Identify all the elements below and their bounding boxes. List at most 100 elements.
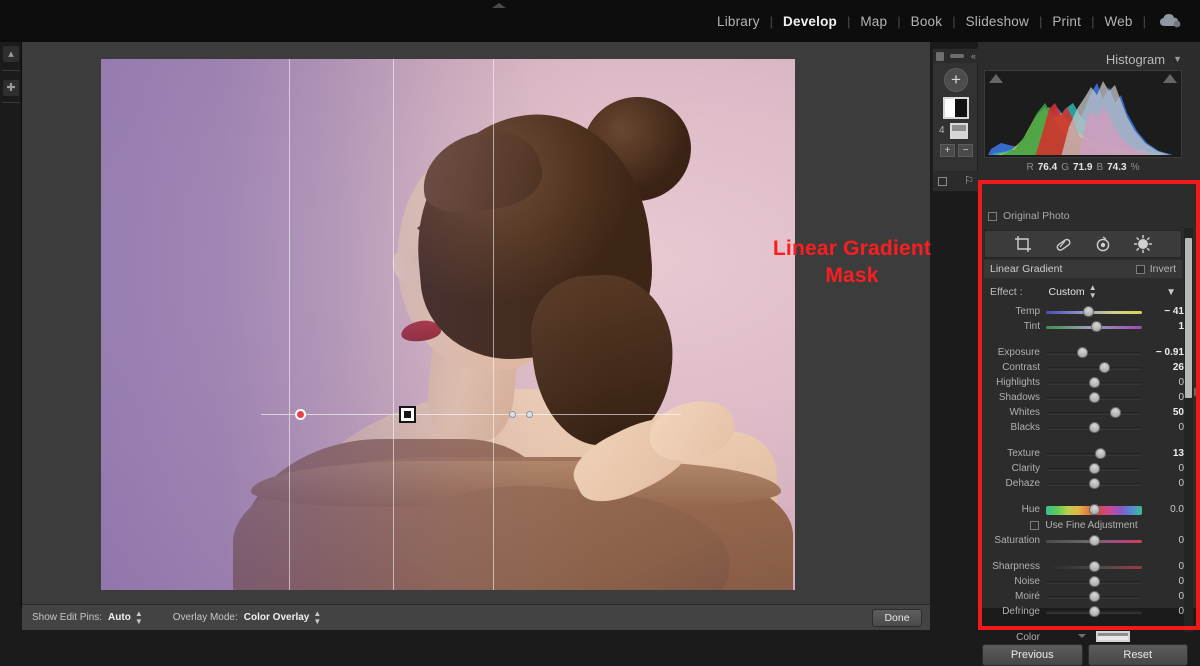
module-map[interactable]: Map bbox=[850, 14, 897, 29]
slider-thumb[interactable] bbox=[1083, 306, 1094, 317]
slider-value[interactable]: 26 bbox=[1144, 362, 1184, 373]
gradient-guide-line[interactable] bbox=[493, 59, 494, 590]
palette-retouch-icon[interactable]: 4 bbox=[939, 125, 945, 136]
palette-panel-icon[interactable] bbox=[936, 52, 944, 61]
gradient-start-pin[interactable] bbox=[295, 409, 306, 420]
chevron-down-icon[interactable]: ▼ bbox=[1173, 54, 1182, 64]
gradient-feather-handle[interactable] bbox=[526, 411, 533, 418]
cloud-sync-icon[interactable] bbox=[1158, 12, 1184, 30]
panel-scrollbar[interactable] bbox=[1184, 228, 1193, 632]
gradient-guide-line[interactable] bbox=[393, 59, 394, 590]
palette-minus-button[interactable]: − bbox=[958, 144, 973, 157]
slider-value[interactable]: 0 bbox=[1144, 422, 1184, 433]
original-photo-row[interactable]: Original Photo bbox=[988, 210, 1070, 222]
slider-thumb[interactable] bbox=[1089, 576, 1100, 587]
previous-button[interactable]: Previous bbox=[982, 644, 1083, 666]
palette-swatch-icon[interactable] bbox=[943, 97, 969, 119]
module-library[interactable]: Library bbox=[707, 14, 770, 29]
left-collapse-icon[interactable]: ▴ bbox=[3, 46, 19, 62]
collapse-triangle-icon[interactable] bbox=[490, 2, 508, 10]
slider-thumb[interactable] bbox=[1095, 448, 1106, 459]
invert-control[interactable]: Invert bbox=[1136, 263, 1176, 275]
module-book[interactable]: Book bbox=[901, 14, 953, 29]
palette-plus-button[interactable]: + bbox=[940, 144, 955, 157]
slider-value[interactable]: 0 bbox=[1144, 478, 1184, 489]
slider-thumb[interactable] bbox=[1089, 591, 1100, 602]
slider-value[interactable]: 0 bbox=[1144, 463, 1184, 474]
palette-square-icon[interactable] bbox=[938, 177, 947, 186]
slider-value[interactable]: 0 bbox=[1144, 392, 1184, 403]
histogram-graph[interactable] bbox=[984, 70, 1182, 158]
gradient-center-handle[interactable] bbox=[399, 406, 416, 423]
slider-track[interactable] bbox=[1046, 367, 1142, 370]
slider-value[interactable]: 0 bbox=[1144, 561, 1184, 572]
masking-icon[interactable] bbox=[1134, 235, 1152, 253]
photo-preview[interactable] bbox=[101, 59, 795, 590]
show-edit-pins-value[interactable]: Auto bbox=[108, 612, 131, 623]
gradient-feather-handle[interactable] bbox=[509, 411, 516, 418]
palette-collapse-icon[interactable]: « bbox=[971, 52, 976, 61]
slider-thumb[interactable] bbox=[1091, 321, 1102, 332]
slider-thumb[interactable] bbox=[1089, 377, 1100, 388]
module-slideshow[interactable]: Slideshow bbox=[956, 14, 1039, 29]
palette-grip-icon[interactable] bbox=[950, 54, 964, 58]
invert-checkbox[interactable] bbox=[1136, 265, 1145, 274]
slider-thumb[interactable] bbox=[1110, 407, 1121, 418]
slider-value[interactable]: 50 bbox=[1144, 407, 1184, 418]
slider-thumb[interactable] bbox=[1089, 392, 1100, 403]
slider-thumb[interactable] bbox=[1077, 347, 1088, 358]
use-fine-adjustment-checkbox[interactable] bbox=[1030, 521, 1039, 530]
palette-add-button[interactable]: + bbox=[944, 68, 968, 92]
original-photo-checkbox[interactable] bbox=[988, 212, 997, 221]
overlay-mode-value[interactable]: Color Overlay bbox=[244, 612, 310, 623]
palette-titlebar[interactable]: « bbox=[933, 49, 979, 63]
left-add-icon[interactable]: ✚ bbox=[3, 80, 19, 96]
slider-thumb[interactable] bbox=[1089, 422, 1100, 433]
slider-thumb[interactable] bbox=[1089, 478, 1100, 489]
slider-value[interactable]: 0 bbox=[1144, 535, 1184, 546]
slider-track[interactable] bbox=[1046, 352, 1142, 355]
gradient-guide-line[interactable] bbox=[289, 59, 290, 590]
slider-thumb[interactable] bbox=[1089, 463, 1100, 474]
slider-track[interactable] bbox=[1046, 412, 1142, 415]
slider-value[interactable]: 0 bbox=[1144, 377, 1184, 388]
slider-value[interactable]: 0 bbox=[1144, 591, 1184, 602]
panel-scrollbar-thumb[interactable] bbox=[1185, 238, 1192, 398]
effect-stepper-icon[interactable]: ▲▼ bbox=[1089, 284, 1097, 300]
panel-collapse-caret-icon[interactable] bbox=[1078, 634, 1086, 638]
slider-thumb[interactable] bbox=[1089, 535, 1100, 546]
slider-value[interactable]: − 0.91 bbox=[1144, 347, 1184, 358]
slider-thumb[interactable] bbox=[1089, 606, 1100, 617]
stepper-icon[interactable]: ▲▼ bbox=[135, 610, 143, 626]
slider-thumb[interactable] bbox=[1089, 504, 1100, 515]
effect-row[interactable]: Effect : Custom ▲▼ ▼ bbox=[984, 282, 1182, 302]
slider-value[interactable]: 0.0 bbox=[1144, 504, 1184, 515]
palette-secondary-swatch-icon[interactable] bbox=[950, 123, 968, 139]
effect-value[interactable]: Custom bbox=[1049, 286, 1085, 298]
image-canvas[interactable]: Linear Gradient Mask bbox=[22, 42, 930, 604]
slider-thumb[interactable] bbox=[1099, 362, 1110, 373]
slider-value[interactable]: 0 bbox=[1144, 576, 1184, 587]
slider-value[interactable]: 13 bbox=[1144, 448, 1184, 459]
palette-flag-icon[interactable]: ⚐ bbox=[964, 176, 974, 187]
slider-thumb[interactable] bbox=[1089, 561, 1100, 572]
crop-overlay-icon[interactable] bbox=[1014, 235, 1032, 253]
stepper-icon[interactable]: ▲▼ bbox=[313, 610, 321, 626]
done-button[interactable]: Done bbox=[872, 609, 922, 627]
histogram-header[interactable]: Histogram ▼ bbox=[978, 50, 1190, 68]
use-fine-adjustment-row[interactable]: Use Fine Adjustment bbox=[978, 517, 1190, 533]
effect-disclosure-icon[interactable]: ▼ bbox=[1166, 287, 1176, 298]
tool-palette[interactable]: « + 4 + − ⚐ bbox=[932, 48, 978, 192]
slider-track[interactable] bbox=[1046, 311, 1142, 314]
panel-resize-caret-icon[interactable] bbox=[1194, 387, 1199, 397]
reset-button[interactable]: Reset bbox=[1088, 644, 1189, 666]
module-web[interactable]: Web bbox=[1094, 14, 1142, 29]
slider-value[interactable]: − 41 bbox=[1144, 306, 1184, 317]
slider-value[interactable]: 0 bbox=[1144, 606, 1184, 617]
red-eye-correction-icon[interactable] bbox=[1094, 235, 1112, 253]
color-swatch[interactable] bbox=[1096, 631, 1130, 642]
slider-track[interactable] bbox=[1046, 453, 1142, 456]
module-develop[interactable]: Develop bbox=[773, 14, 847, 29]
slider-value[interactable]: 1 bbox=[1144, 321, 1184, 332]
spot-removal-icon[interactable] bbox=[1054, 235, 1072, 253]
